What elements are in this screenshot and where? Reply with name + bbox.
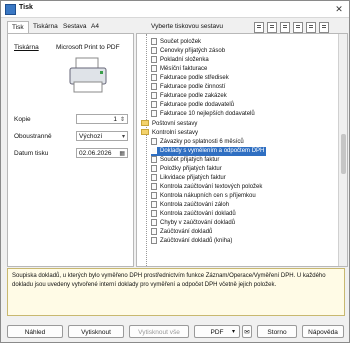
- print-date-value: 02.06.2026: [79, 150, 112, 157]
- copies-stepper[interactable]: 1 ⇕: [76, 114, 128, 124]
- email-button[interactable]: ✉: [242, 325, 252, 338]
- preview-button[interactable]: Náhled: [7, 325, 63, 338]
- report-icon: [151, 83, 157, 90]
- printer-link[interactable]: Tiskárna: [14, 44, 39, 51]
- report-description: Soupiska dokladů, u kterých bylo vyměřen…: [7, 268, 345, 316]
- toolbar-copy-icon[interactable]: [267, 22, 277, 33]
- pdf-button-label: PDF: [210, 329, 224, 336]
- report-icon: [151, 92, 157, 99]
- report-icon: [151, 147, 157, 154]
- report-icon: [151, 101, 157, 108]
- tree-guide-line: [146, 34, 147, 266]
- tree-item[interactable]: Fakturace 10 nejlepších dodavatelů: [151, 110, 255, 119]
- email-icon: ✉: [244, 329, 250, 336]
- double-sided-value: Výchozí: [79, 133, 103, 140]
- tree-item[interactable]: Součet položek: [151, 38, 201, 47]
- help-button[interactable]: Nápověda: [302, 325, 344, 338]
- tree-item-selected[interactable]: Doklady s vymělením a odpočtem DPH: [151, 147, 267, 156]
- pdf-dropdown-button[interactable]: PDF ▾: [194, 325, 240, 338]
- window-title: Tisk: [19, 4, 33, 11]
- toolbar-new-icon[interactable]: [254, 22, 264, 33]
- tree-item[interactable]: Položky přijatých faktur: [151, 165, 222, 174]
- report-icon: [151, 219, 157, 226]
- close-icon[interactable]: ✕: [333, 3, 345, 15]
- printer-name: Microsoft Print to PDF: [56, 44, 120, 51]
- report-toolbar: Vyberte tiskovou sestavu: [136, 21, 346, 33]
- tree-item[interactable]: Kontrola zaúčtování dokladů: [151, 210, 236, 219]
- report-icon: [151, 192, 157, 199]
- toolbar-delete-icon[interactable]: [293, 22, 303, 33]
- tab-a4[interactable]: A4: [87, 21, 103, 33]
- copies-label: Kopie: [14, 116, 31, 123]
- tree-item[interactable]: Zaúčtování dokladů: [151, 228, 212, 237]
- report-icon: [151, 56, 157, 63]
- toolbar-edit-icon[interactable]: [280, 22, 290, 33]
- tree-item[interactable]: Závazky po splatnosti 6 měsíců: [151, 138, 244, 147]
- report-icon: [151, 228, 157, 235]
- folder-open-icon: [141, 129, 149, 136]
- report-icon: [151, 156, 157, 163]
- report-icon: [151, 210, 157, 217]
- tree-item[interactable]: Kontrola zaúčtování záloh: [151, 201, 229, 210]
- scrollbar-thumb[interactable]: [341, 134, 346, 174]
- report-tree: Součet položek Cenovky přijatých zásob P…: [136, 33, 348, 267]
- tree-item[interactable]: Cenovky přijatých zásob: [151, 47, 225, 56]
- tree-item[interactable]: Fakturace podle středisek: [151, 74, 229, 83]
- report-icon: [151, 65, 157, 72]
- report-icon: [151, 138, 157, 145]
- title-bar: Tisk ✕: [1, 1, 349, 18]
- tree-item[interactable]: Fakturace podle zakázek: [151, 92, 227, 101]
- calendar-icon[interactable]: ▦: [119, 149, 125, 159]
- print-dialog: Tisk ✕ Tisk Tiskárna Sestava A4 Tiskárna…: [0, 0, 350, 343]
- report-icon: [151, 237, 157, 244]
- report-icon: [151, 201, 157, 208]
- report-icon: [151, 38, 157, 45]
- tree-item[interactable]: Pokladní složenka: [151, 56, 209, 65]
- stepper-arrows-icon[interactable]: ⇕: [120, 115, 125, 125]
- report-icon: [151, 74, 157, 81]
- tree-scrollbar[interactable]: [338, 34, 347, 266]
- printer-icon: [69, 57, 107, 93]
- tree-folder[interactable]: Kontrolní sestavy: [141, 129, 198, 138]
- print-date-field[interactable]: 02.06.2026 ▦: [76, 148, 128, 158]
- double-sided-label: Oboustranně: [14, 133, 52, 140]
- tree-item[interactable]: Kontrola nákupních cen s příjemkou: [151, 192, 256, 201]
- report-icon: [151, 165, 157, 172]
- report-icon: [151, 110, 157, 117]
- tree-item[interactable]: Fakturace podle činností: [151, 83, 225, 92]
- tab-tiskarna[interactable]: Tiskárna: [29, 21, 62, 33]
- cancel-button[interactable]: Storno: [257, 325, 297, 338]
- report-icon: [151, 183, 157, 190]
- print-all-button[interactable]: Vytisknout vše: [129, 325, 189, 338]
- chevron-down-icon: ▾: [121, 134, 125, 140]
- toolbar-export-icon[interactable]: [319, 22, 329, 33]
- tree-item[interactable]: Chyby v zaúčtování dokladů: [151, 219, 235, 228]
- tree-item[interactable]: Fakturace podle dodavatelů: [151, 101, 234, 110]
- tree-item[interactable]: Součet přijatých faktur: [151, 156, 219, 165]
- printer-app-icon: [5, 4, 16, 15]
- print-button[interactable]: Vytisknout: [68, 325, 124, 338]
- report-icon: [151, 47, 157, 54]
- double-sided-select[interactable]: Výchozí ▾: [76, 131, 128, 141]
- print-settings-panel: Tiskárna Microsoft Print to PDF Kopie 1 …: [7, 33, 134, 267]
- tree-item[interactable]: Měsíční fakturace: [151, 65, 207, 74]
- folder-icon: [141, 120, 149, 127]
- toolbar-import-icon[interactable]: [306, 22, 316, 33]
- copies-value: 1: [113, 116, 117, 123]
- chevron-down-icon: ▾: [231, 329, 235, 335]
- print-date-label: Datum tisku: [14, 150, 49, 157]
- tree-item[interactable]: Kontrola zaúčtování textových položek: [151, 183, 262, 192]
- report-icon: [151, 174, 157, 181]
- tree-item[interactable]: Likvidace přijatých faktur: [151, 174, 226, 183]
- report-picker-label: Vyberte tiskovou sestavu: [151, 23, 224, 30]
- tree-folder[interactable]: Poštovní sestavy: [141, 120, 197, 129]
- tree-item[interactable]: Zaúčtování dokladů (kniha): [151, 237, 232, 246]
- tab-sestava[interactable]: Sestava: [59, 21, 91, 33]
